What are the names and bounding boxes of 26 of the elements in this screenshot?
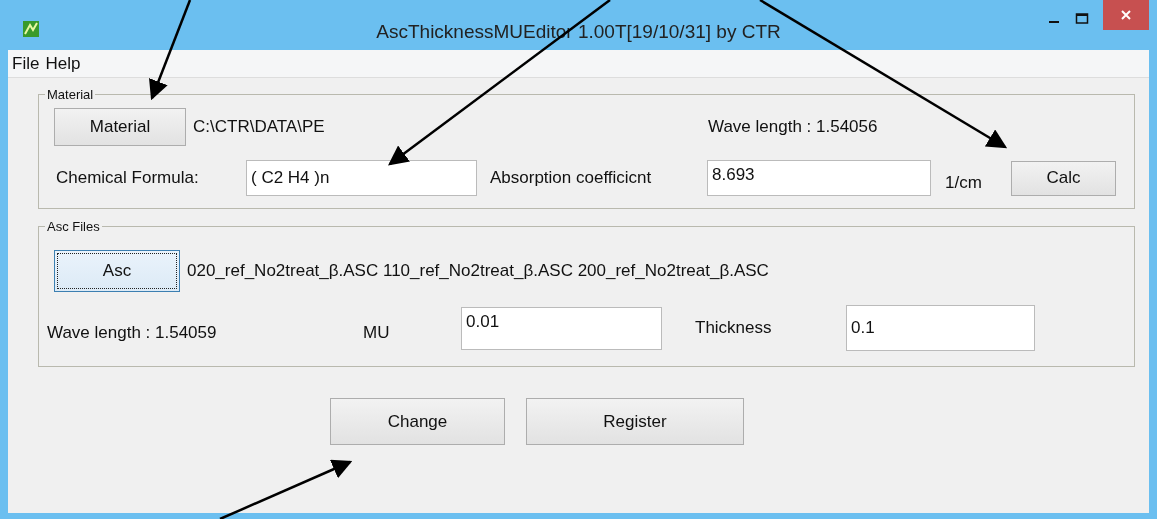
mu-field[interactable]: 0.01 bbox=[461, 306, 662, 350]
group-legend: Asc Files bbox=[45, 219, 102, 234]
wave-length-label: Wave length : 1.54059 bbox=[47, 322, 218, 343]
mu-label: MU bbox=[363, 322, 391, 343]
formula-field[interactable]: ( C2 H4 )n bbox=[246, 160, 477, 196]
wave-length-label: Wave length : 1.54056 bbox=[708, 117, 878, 137]
file-list: 020_ref_No2treat_β.ASC 110_ref_No2treat_β.ASC 200_ref_No2treat_β.ASC bbox=[187, 261, 769, 281]
menu-item[interactable]: Help bbox=[45, 53, 81, 74]
asc-button[interactable]: Asc bbox=[54, 250, 180, 292]
thickness-label: Thickness bbox=[695, 318, 773, 338]
close-icon bbox=[1119, 8, 1133, 22]
calc-button[interactable]: Calc bbox=[1011, 160, 1116, 196]
absorption-field[interactable]: 8.693 bbox=[707, 160, 931, 196]
app-icon bbox=[22, 20, 40, 38]
formula-label: Chemical Formula: bbox=[56, 168, 200, 188]
absorption-label: Absorption coefficicnt bbox=[490, 168, 653, 188]
action-button[interactable]: Change bbox=[330, 398, 505, 445]
group-legend: Material bbox=[45, 87, 96, 102]
material-button[interactable]: Material bbox=[54, 108, 186, 146]
maximize-icon[interactable] bbox=[1075, 12, 1089, 26]
action-button[interactable]: Register bbox=[526, 398, 744, 445]
menu-item[interactable]: File bbox=[12, 53, 40, 74]
close-button[interactable] bbox=[1103, 0, 1149, 30]
file-path: C:\CTR\DATA\PE bbox=[193, 117, 326, 137]
unit-label: 1/cm bbox=[945, 172, 983, 193]
thickness-field[interactable]: 0.1 bbox=[846, 305, 1035, 351]
